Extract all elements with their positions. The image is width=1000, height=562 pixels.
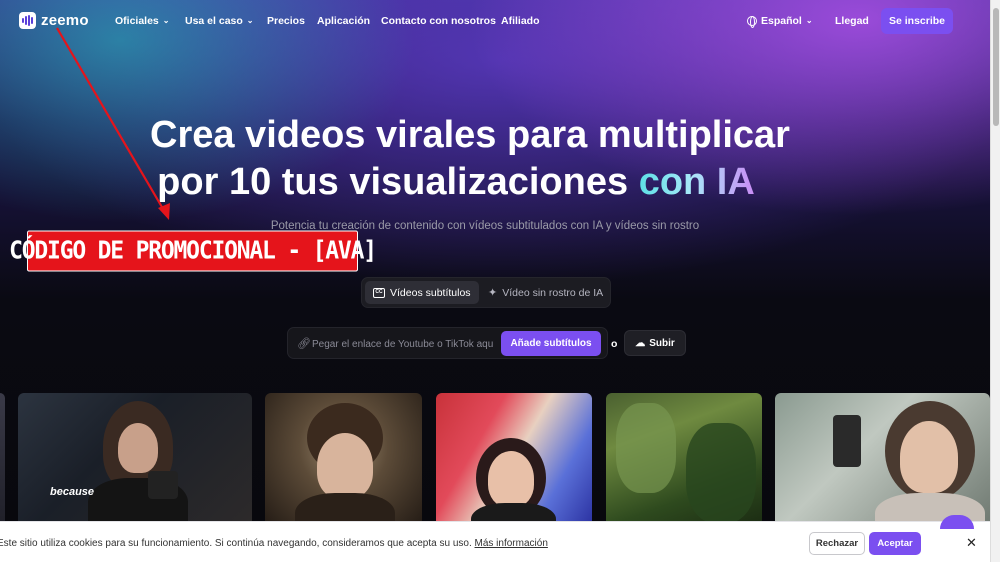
- chevron-down-icon: ⌄: [246, 16, 254, 25]
- scrollbar[interactable]: [990, 0, 1000, 562]
- reject-cookies-button[interactable]: Rechazar: [809, 532, 865, 555]
- phone-icon: [833, 415, 861, 467]
- chevron-down-icon: ⌄: [162, 16, 170, 25]
- cookie-banner: Este sitio utiliza cookies para su funci…: [0, 521, 990, 562]
- sparkle-icon: ✦: [488, 287, 498, 299]
- accept-cookies-button[interactable]: Aceptar: [869, 532, 921, 555]
- url-input-group: 🔗︎ Añade subtítulos: [287, 327, 608, 359]
- nav-item-afiliado[interactable]: Afiliado: [501, 15, 540, 27]
- logo[interactable]: zeemo: [19, 12, 89, 29]
- promo-code-banner: CÓDIGO DE PROMOCIONAL - [AVA]: [9, 230, 377, 272]
- video-thumbnail[interactable]: [0, 393, 5, 528]
- person-face: [118, 423, 158, 473]
- logo-text: zeemo: [41, 12, 89, 29]
- video-thumbnail[interactable]: [265, 393, 422, 528]
- captions-icon: CC: [373, 287, 385, 298]
- video-thumbnail[interactable]: [436, 393, 592, 528]
- or-separator: o: [611, 338, 618, 350]
- mode-tabs: CC Vídeos subtítulos ✦ Vídeo sin rostro …: [361, 277, 611, 308]
- microphone-icon: [148, 471, 178, 499]
- tab-video-subtitles[interactable]: CC Vídeos subtítulos: [365, 281, 479, 304]
- more-info-link[interactable]: Más información: [475, 538, 548, 549]
- person-face: [900, 421, 958, 493]
- nav-item-oficiales[interactable]: Oficiales ⌄: [115, 15, 169, 27]
- signup-button[interactable]: Se inscribe: [881, 8, 953, 34]
- cloud-upload-icon: ☁︎: [635, 337, 646, 349]
- video-thumbnail[interactable]: [606, 393, 762, 528]
- nav-item-precios[interactable]: Precios: [267, 15, 305, 27]
- nav-item-contacto[interactable]: Contacto con nosotros: [381, 15, 496, 27]
- video-caption: because: [50, 486, 95, 498]
- nav-item-aplicacion[interactable]: Aplicación: [317, 15, 370, 27]
- nav-item-usa-el-caso[interactable]: Usa el caso ⌄: [185, 15, 254, 27]
- close-icon[interactable]: ✕: [966, 535, 977, 551]
- hero-title-line1: Crea videos virales para multiplicar: [150, 114, 790, 156]
- add-subtitles-button[interactable]: Añade subtítulos: [501, 331, 601, 356]
- hero-title-accent: con IA: [638, 161, 755, 203]
- video-url-input[interactable]: [312, 333, 494, 355]
- globe-icon: [747, 16, 757, 28]
- language-selector[interactable]: Español ⌄: [747, 15, 813, 28]
- upload-button[interactable]: ☁︎ Subir: [624, 330, 686, 356]
- link-icon: 🔗︎: [297, 338, 311, 350]
- video-thumbnail[interactable]: [775, 393, 990, 528]
- person-face: [317, 433, 373, 499]
- hero-title-line2: por 10 tus visualizaciones con IA: [157, 161, 755, 203]
- tab-faceless-ai-video[interactable]: ✦ Vídeo sin rostro de IA: [480, 281, 611, 304]
- login-link[interactable]: Llegad: [835, 15, 869, 27]
- scrollbar-thumb[interactable]: [993, 8, 999, 126]
- zeemo-logo-icon: [19, 12, 36, 29]
- video-thumbnail[interactable]: because: [18, 393, 252, 528]
- top-navigation: zeemo Oficiales ⌄ Usa el caso ⌄ Precios …: [0, 0, 990, 42]
- chevron-down-icon: ⌄: [805, 16, 813, 25]
- foliage: [616, 403, 676, 493]
- foliage: [686, 423, 756, 523]
- person-face: [488, 451, 534, 507]
- cookie-message: Este sitio utiliza cookies para su funci…: [0, 538, 548, 549]
